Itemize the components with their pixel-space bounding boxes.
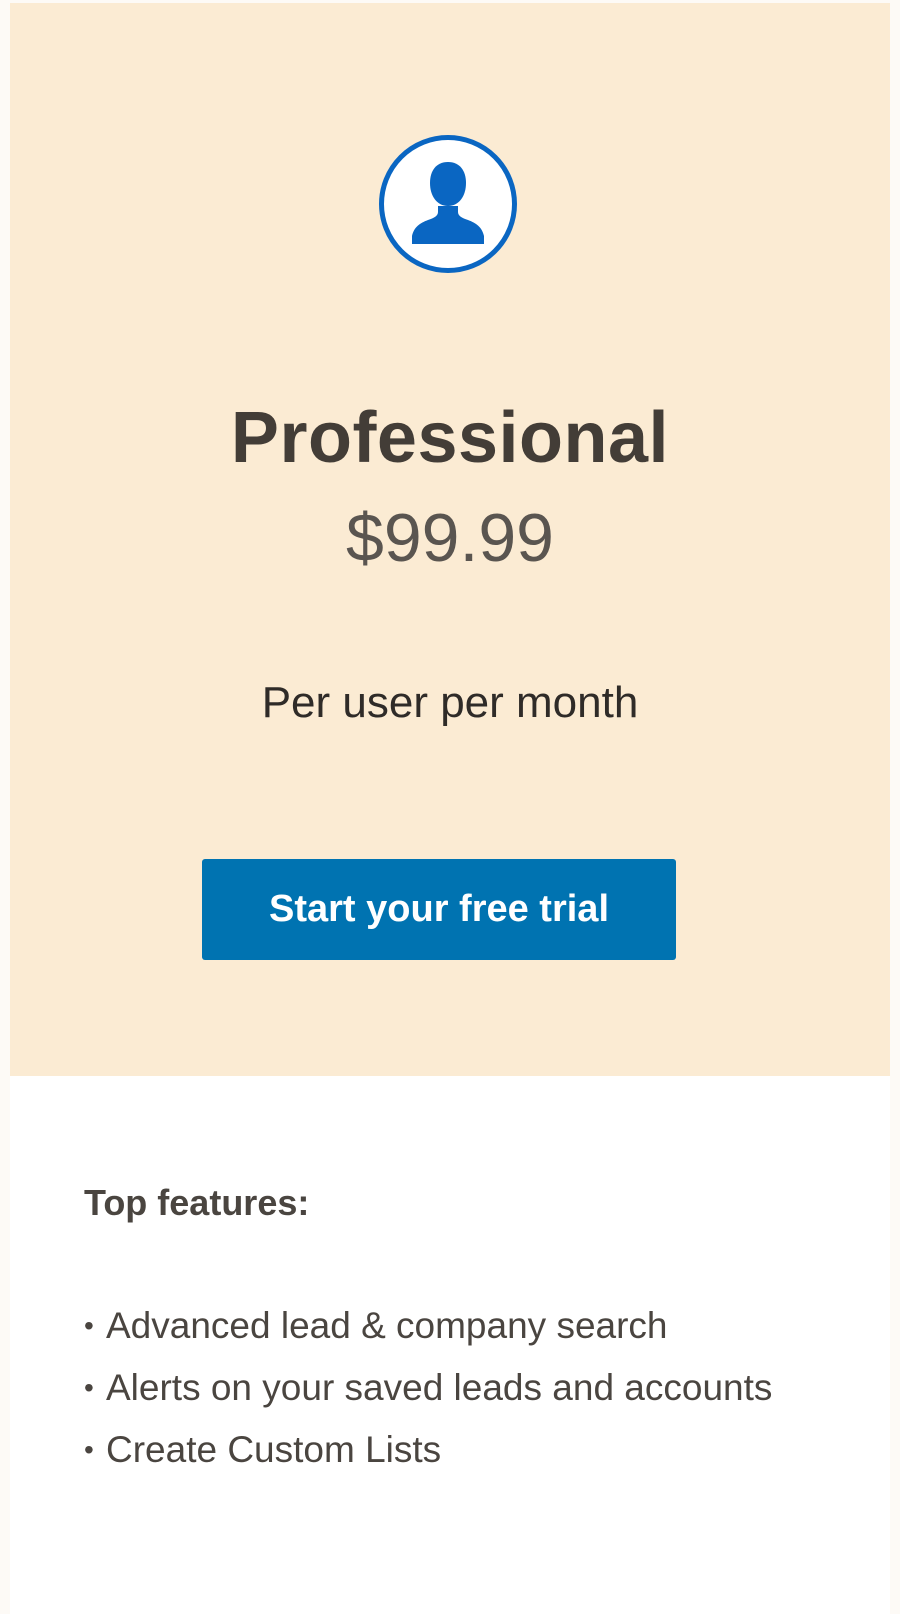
feature-text: Alerts on your saved leads and accounts: [106, 1367, 773, 1408]
plan-price: $99.99: [346, 500, 554, 576]
bullet-icon: •: [84, 1434, 94, 1465]
price-period: Per user per month: [261, 678, 639, 727]
bullet-icon: •: [84, 1310, 94, 1341]
list-item: • Advanced lead & company search: [84, 1295, 864, 1357]
feature-list: • Advanced lead & company search • Alerts …: [84, 1295, 864, 1481]
features-title: Top features:: [84, 1182, 310, 1223]
feature-text: Create Custom Lists: [106, 1429, 442, 1470]
features-section: Top features: • Advanced lead & company s…: [84, 1175, 864, 1481]
start-free-trial-button[interactable]: Start your free trial: [202, 859, 676, 960]
feature-text: Advanced lead & company search: [106, 1305, 668, 1346]
bullet-icon: •: [84, 1372, 94, 1403]
plan-name: Professional: [230, 398, 670, 478]
list-item: • Alerts on your saved leads and accounts: [84, 1357, 864, 1419]
list-item: • Create Custom Lists: [84, 1419, 864, 1481]
user-avatar-icon: [379, 135, 517, 273]
pricing-card: Professional $99.99 Per user per month S…: [10, 3, 890, 1614]
plan-header: Professional $99.99 Per user per month S…: [10, 3, 890, 1076]
